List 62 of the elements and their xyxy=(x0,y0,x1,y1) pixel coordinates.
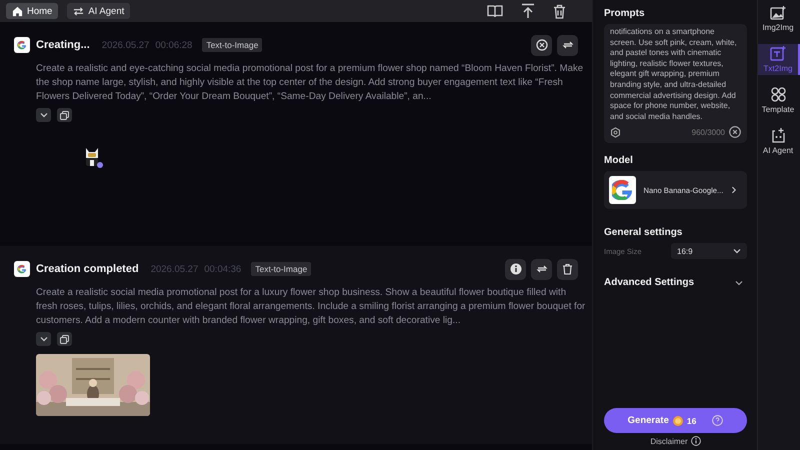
chevron-right-icon xyxy=(731,186,737,194)
cancel-icon xyxy=(536,39,548,51)
google-logo-icon xyxy=(14,37,30,53)
image-plus-icon xyxy=(770,6,786,20)
google-logo-icon xyxy=(612,180,632,200)
info-button[interactable] xyxy=(505,258,526,280)
book-icon[interactable] xyxy=(487,4,503,18)
upload-icon[interactable] xyxy=(521,3,535,19)
settings-icon[interactable] xyxy=(610,126,621,138)
coin-icon xyxy=(672,416,683,426)
trash-icon[interactable] xyxy=(553,4,566,18)
regenerate-button[interactable] xyxy=(557,34,578,56)
section-title: Prompts xyxy=(604,8,646,19)
task-title: Creating... xyxy=(36,39,90,51)
copy-icon xyxy=(60,110,69,120)
info-icon[interactable] xyxy=(690,436,701,446)
trash-icon xyxy=(562,263,573,275)
rail-tab[interactable]: Img2Img xyxy=(758,4,800,34)
regenerate-button[interactable] xyxy=(531,258,552,280)
task-date: 2026.05.27 xyxy=(150,264,198,274)
mode-tag: Text-to-Image xyxy=(251,262,312,276)
disclaimer-link[interactable]: Disclaimer xyxy=(650,436,688,446)
chevron-icon[interactable] xyxy=(735,280,743,286)
generate-button[interactable]: Generate 16 xyxy=(604,408,747,433)
chevron-down-icon xyxy=(40,112,48,118)
nav-tab[interactable]: Home xyxy=(6,3,58,19)
copy-button[interactable] xyxy=(57,332,72,346)
rail-tab[interactable]: Template xyxy=(758,85,800,116)
section-title: General settings xyxy=(604,227,684,238)
nav-tab[interactable]: AI Agent xyxy=(67,3,130,19)
delete-button[interactable] xyxy=(557,258,578,280)
swap-arrows-icon xyxy=(562,39,574,51)
rail-tab[interactable]: AI Agent xyxy=(758,126,800,157)
swap-arrows-icon xyxy=(536,263,548,275)
task-title: Creation completed xyxy=(36,263,139,275)
section-title: Advanced Settings xyxy=(604,277,694,288)
task-date: 2026.05.27 xyxy=(102,40,150,50)
clear-icon[interactable] xyxy=(729,126,741,138)
character-count: 960/3000 xyxy=(692,128,725,137)
section-title: Model xyxy=(604,155,634,166)
google-logo-icon xyxy=(14,261,30,277)
text-box-icon xyxy=(770,46,786,61)
mode-tag: Text-to-Image xyxy=(202,38,262,52)
prompt-text: Create a realistic and eye-catching social media promotional post for a premium flower shop named “Bloom Haven Florist”. Make the shop name large, stylish, and highly visible at the top center of the design. Add strong buyer engagement text like “Fresh Flowers Delivered Today”, “Order Your Dream Bouquet”, “Same-Day Delivery Available”, an... xyxy=(36,62,584,104)
chevron-down-icon xyxy=(733,248,741,254)
expand-button[interactable] xyxy=(36,108,51,122)
copy-button[interactable] xyxy=(57,108,72,122)
prompt-field[interactable]: notifications on a smartphone screen. Use soft pink, cream, white, and pastel tones with cinematic lighting, realistic flower textures, elegant gift wrapping, premium branding style, and ultra-detailed commercial advertising design. Add space for phone number, website, and social media handles. 960/3000 xyxy=(604,24,747,144)
help-icon xyxy=(712,415,724,426)
copy-icon xyxy=(60,334,69,344)
four-circles-icon xyxy=(770,87,786,102)
robot-icon xyxy=(770,128,786,143)
image-size-dropdown[interactable]: 16:9 xyxy=(671,243,747,260)
info-icon xyxy=(510,263,522,275)
cancel-button[interactable] xyxy=(531,34,552,56)
swap-icon xyxy=(73,6,84,16)
task-time: 00:06:28 xyxy=(155,40,192,50)
task-time: 00:04:36 xyxy=(204,264,242,274)
prompt-text: Create a realistic social media promotional post for a luxury flower shop business. Show a beautiful flower boutique filled with fresh roses, tulips, lilies, orchids, and elegant floral arrangements. Include a smiling florist arranging a premium flower bouquet for customers. Add a modern counter with branded flower wrapping, gift boxes, and soft decorative lig... xyxy=(36,286,586,328)
chevron-down-icon xyxy=(40,336,48,342)
home-icon xyxy=(12,6,23,16)
expand-button[interactable] xyxy=(36,332,51,346)
